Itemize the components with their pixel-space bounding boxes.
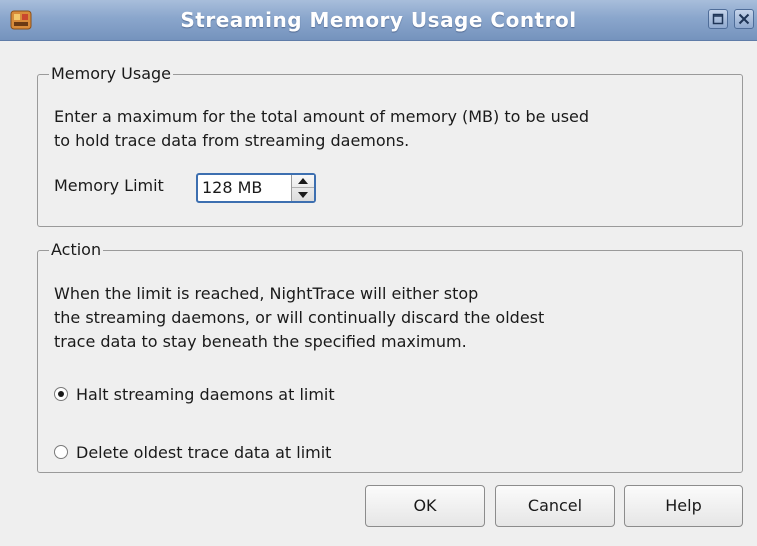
action-description: When the limit is reached, NightTrace wi… — [54, 282, 544, 354]
action-description-line: When the limit is reached, NightTrace wi… — [54, 284, 479, 303]
arrow-up-icon — [298, 178, 308, 184]
radio-unchecked-icon[interactable] — [54, 445, 68, 459]
spin-down-button[interactable] — [292, 188, 314, 201]
halt-daemons-radio-label[interactable]: Halt streaming daemons at limit — [76, 385, 335, 404]
close-icon — [738, 13, 750, 25]
dialog-window: Streaming Memory Usage Control Memory Us… — [0, 0, 757, 546]
memory-usage-group-title: Memory Usage — [49, 63, 174, 85]
spin-buttons — [291, 175, 314, 201]
cancel-button[interactable]: Cancel — [495, 485, 615, 527]
action-description-line: trace data to stay beneath the specified… — [54, 332, 467, 351]
maximize-button[interactable] — [708, 9, 728, 29]
memory-limit-label: Memory Limit — [54, 176, 164, 195]
memory-usage-description-line: Enter a maximum for the total amount of … — [54, 107, 590, 126]
delete-oldest-radio[interactable]: Delete oldest trace data at limit — [54, 440, 331, 464]
ok-button[interactable]: OK — [365, 485, 485, 527]
memory-limit-spinbox[interactable]: 128 MB — [196, 173, 316, 203]
spin-up-button[interactable] — [292, 175, 314, 188]
delete-oldest-radio-label[interactable]: Delete oldest trace data at limit — [76, 443, 331, 462]
radio-checked-icon[interactable] — [54, 387, 68, 401]
memory-usage-description-line: to hold trace data from streaming daemon… — [54, 131, 410, 150]
memory-usage-description: Enter a maximum for the total amount of … — [54, 105, 589, 153]
action-group-title: Action — [49, 239, 104, 261]
close-button[interactable] — [734, 9, 754, 29]
title-bar[interactable]: Streaming Memory Usage Control — [0, 0, 757, 41]
action-description-line: the streaming daemons, or will continual… — [54, 308, 545, 327]
halt-daemons-radio[interactable]: Halt streaming daemons at limit — [54, 382, 335, 406]
nighttrace-app-icon[interactable] — [10, 9, 32, 31]
action-group: Action When the limit is reached, NightT… — [37, 239, 743, 473]
help-button[interactable]: Help — [624, 485, 743, 527]
maximize-icon — [712, 13, 724, 25]
window-title: Streaming Memory Usage Control — [180, 8, 577, 32]
memory-usage-group: Memory Usage Enter a maximum for the tot… — [37, 63, 743, 227]
arrow-down-icon — [298, 191, 308, 198]
memory-limit-input[interactable]: 128 MB — [202, 175, 262, 201]
